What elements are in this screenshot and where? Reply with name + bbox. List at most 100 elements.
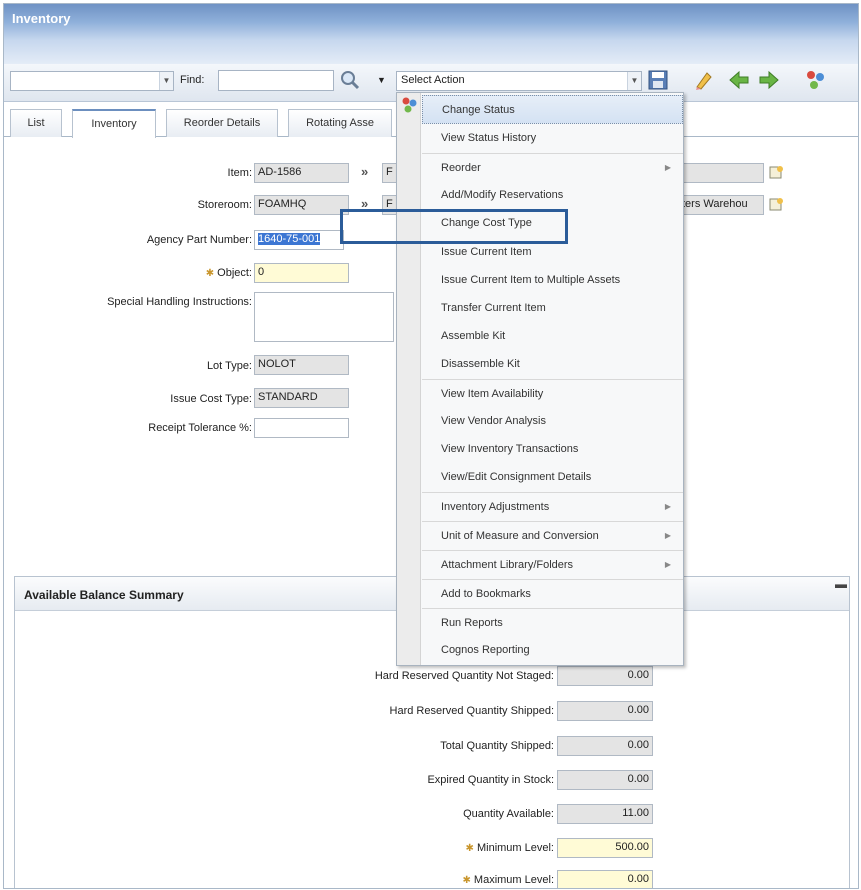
menu-item-label: Issue Current Item to Multiple Assets <box>441 274 621 286</box>
menu-item-disassemble-kit[interactable]: Disassemble Kit <box>422 350 683 379</box>
menu-item-label: View/Edit Consignment Details <box>441 471 592 483</box>
agency-part-number-value: 1640-75-001 <box>258 233 321 245</box>
menu-item-label: Change Status <box>442 104 515 116</box>
menu-item-label: Assemble Kit <box>441 330 506 342</box>
clear-changes-icon[interactable] <box>693 69 715 91</box>
balance-row-value: 0.00 <box>557 736 653 756</box>
chevron-down-icon[interactable]: ▼ <box>159 72 173 90</box>
minimum-level-label: Minimum Level: <box>476 842 554 854</box>
special-handling-label: Special Handling Instructions: <box>107 296 252 308</box>
menu-item-add-modify-reservations[interactable]: Add/Modify Reservations <box>422 181 683 210</box>
required-star-icon: ✱ <box>205 268 215 279</box>
menu-item-view-inventory-transactions[interactable]: View Inventory Transactions <box>422 435 683 464</box>
issue-cost-type-field[interactable]: STANDARD <box>254 388 349 408</box>
item-label: Item: <box>227 167 252 179</box>
menu-item-view-item-availability[interactable]: View Item Availability <box>422 379 683 408</box>
menu-item-issue-to-multiple-assets[interactable]: Issue Current Item to Multiple Assets <box>422 266 683 295</box>
find-input[interactable] <box>218 70 334 91</box>
agency-part-number-label: Agency Part Number: <box>146 234 252 246</box>
menu-item-cognos-reporting[interactable]: Cognos Reporting <box>422 636 683 665</box>
object-label: ✱ Object: <box>104 267 252 279</box>
window-title: Inventory <box>12 11 71 26</box>
agency-part-number-field[interactable]: 1640-75-001 <box>254 230 344 250</box>
balance-row-label: Quantity Available: <box>463 808 554 820</box>
tab-inventory[interactable]: Inventory <box>72 109 156 138</box>
title-bar: Inventory <box>4 4 858 64</box>
required-star-icon: ✱ <box>465 843 474 854</box>
query-dropdown[interactable]: ▼ <box>10 71 174 91</box>
item-field[interactable]: AD-1586 <box>254 163 349 183</box>
menu-item-view-vendor-analysis[interactable]: View Vendor Analysis <box>422 407 683 436</box>
menu-item-label: Issue Current Item <box>441 246 532 258</box>
balance-row-label: ✱ Minimum Level: <box>254 842 554 854</box>
menu-item-add-to-bookmarks[interactable]: Add to Bookmarks <box>422 579 683 608</box>
item-description-tail <box>678 163 764 183</box>
storeroom-description-tail: ters Warehou <box>678 195 764 215</box>
next-arrow-icon[interactable] <box>758 69 780 91</box>
balance-row-label: Hard Reserved Quantity Not Staged: <box>374 670 554 682</box>
previous-arrow-icon[interactable] <box>728 69 750 91</box>
submenu-arrow-icon: ▶ <box>664 163 671 172</box>
minimum-level-field[interactable]: 500.00 <box>557 838 653 858</box>
menu-item-label: Run Reports <box>441 617 503 629</box>
storeroom-label: Storeroom: <box>197 199 252 211</box>
balance-row-label: ✱ Maximum Level: <box>254 874 554 886</box>
maximum-level-label: Maximum Level: <box>473 874 554 886</box>
menu-gutter <box>397 93 421 665</box>
receipt-tolerance-field[interactable] <box>254 418 349 438</box>
menu-item-view-status-history[interactable]: View Status History <box>422 124 683 153</box>
select-action-menu: Change Status View Status History Reorde… <box>396 92 684 666</box>
required-star-icon: ✱ <box>462 875 471 886</box>
menu-item-transfer-current-item[interactable]: Transfer Current Item <box>422 294 683 323</box>
menu-item-label: Transfer Current Item <box>441 302 546 314</box>
select-action-value: Select Action <box>401 74 465 86</box>
menu-item-attachment-library[interactable]: Attachment Library/Folders ▶ <box>422 550 683 579</box>
menu-item-inventory-adjustments[interactable]: Inventory Adjustments ▶ <box>422 492 683 521</box>
menu-item-unit-of-measure[interactable]: Unit of Measure and Conversion ▶ <box>422 521 683 550</box>
section-title: Available Balance Summary <box>24 588 184 602</box>
search-icon[interactable] <box>338 68 362 92</box>
object-label-text: Object: <box>217 267 252 279</box>
menu-item-run-reports[interactable]: Run Reports <box>422 608 683 637</box>
lookup-icon[interactable] <box>769 196 785 212</box>
workflow-icon <box>402 97 417 113</box>
collapse-icon[interactable]: ▬ <box>835 577 849 591</box>
tab-rotating-assets[interactable]: Rotating Asse <box>288 109 392 137</box>
submenu-arrow-icon: ▶ <box>664 531 671 540</box>
menu-item-label: View Item Availability <box>441 388 544 400</box>
lookup-icon[interactable] <box>769 164 785 180</box>
menu-item-label: Add/Modify Reservations <box>441 189 564 201</box>
save-icon[interactable] <box>647 69 669 91</box>
balance-row-label: Total Quantity Shipped: <box>440 740 554 752</box>
select-action-dropdown[interactable]: Select Action ▼ <box>396 71 642 91</box>
item-detail-icon[interactable]: » <box>361 164 368 179</box>
menu-item-label: View Vendor Analysis <box>441 415 546 427</box>
highlight-box <box>340 209 568 244</box>
balance-row-value: 0.00 <box>557 701 653 721</box>
menu-item-label: Attachment Library/Folders <box>441 559 574 571</box>
menu-item-reorder[interactable]: Reorder ▶ <box>422 153 683 182</box>
chevron-down-icon[interactable]: ▼ <box>627 72 641 90</box>
balance-row-value: 0.00 <box>557 770 653 790</box>
workflow-icon[interactable] <box>804 69 826 91</box>
storeroom-field[interactable]: FOAMHQ <box>254 195 349 215</box>
menu-item-label: View Inventory Transactions <box>441 443 579 455</box>
lot-type-field[interactable]: NOLOT <box>254 355 349 375</box>
tab-reorder-details[interactable]: Reorder Details <box>166 109 278 137</box>
menu-item-assemble-kit[interactable]: Assemble Kit <box>422 322 683 351</box>
submenu-arrow-icon: ▶ <box>664 502 671 511</box>
balance-row-value: 11.00 <box>557 804 653 824</box>
issue-cost-type-label: Issue Cost Type: <box>170 393 252 405</box>
menu-item-label: Unit of Measure and Conversion <box>441 530 599 542</box>
tab-list[interactable]: List <box>10 109 62 137</box>
lot-type-label: Lot Type: <box>206 360 252 372</box>
maximum-level-field[interactable]: 0.00 <box>557 870 653 888</box>
search-options-icon[interactable]: ▼ <box>377 75 386 85</box>
special-handling-textarea[interactable] <box>254 292 394 342</box>
menu-item-label: Add to Bookmarks <box>441 588 531 600</box>
inventory-window: Inventory ▼ Find: ▼ Select Action ▼ List… <box>3 3 859 889</box>
menu-item-label: View Status History <box>441 132 537 144</box>
menu-item-change-status[interactable]: Change Status <box>422 95 683 124</box>
object-field[interactable]: 0 <box>254 263 349 283</box>
menu-item-view-edit-consignment[interactable]: View/Edit Consignment Details <box>422 463 683 492</box>
